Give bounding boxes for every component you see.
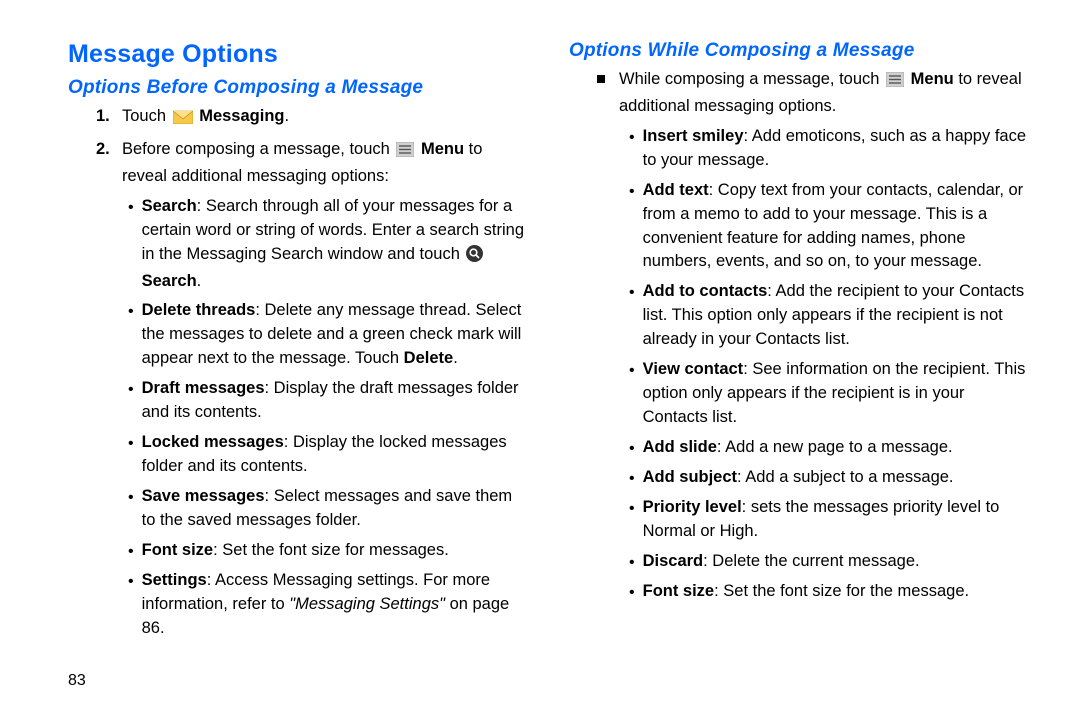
text: : Add a subject to a message. [737,468,953,486]
text: Touch [122,107,171,125]
bullet-save: Save messages: Select messages and save … [128,485,529,533]
bullet-title: Settings [142,571,207,589]
menu-icon [396,141,414,165]
bullet-title: Add slide [643,438,717,456]
menu-label: Menu [906,70,954,88]
bullet-title: Add to contacts [643,282,768,300]
bullet-title: Save messages [142,487,265,505]
text: : Add a new page to a message. [717,438,953,456]
text: . [453,349,458,367]
bullet-fontsize: Font size: Set the font size for message… [128,539,529,563]
lead-body: While composing a message, touch Menu to… [619,68,1030,119]
text: : Set the font size for the message. [714,582,969,600]
search-label: Search [142,272,197,290]
bullet-draft: Draft messages: Display the draft messag… [128,377,529,425]
bullet-delete-threads: Delete threads: Delete any message threa… [128,299,529,371]
cross-ref: "Messaging Settings" [289,595,445,613]
bullet-title: Delete threads [142,301,256,319]
delete-label: Delete [404,349,454,367]
bullet-add-contacts: Add to contacts: Add the recipient to yo… [629,280,1030,352]
page-number: 83 [68,672,86,690]
bullet-title: Insert smiley [643,127,744,145]
right-bullets: Insert smiley: Add emoticons, such as a … [629,125,1030,605]
bullet-title: Priority level [643,498,742,516]
page-columns: Message Options Options Before Composing… [68,40,1030,647]
bullet-insert-smiley: Insert smiley: Add emoticons, such as a … [629,125,1030,173]
right-column: Options While Composing a Message While … [569,40,1030,647]
text: While composing a message, touch [619,70,884,88]
bullet-title: Locked messages [142,433,284,451]
square-bullet-icon [597,75,605,83]
step-number: 1. [96,105,114,129]
bullet-discard: Discard: Delete the current message. [629,550,1030,574]
messaging-label: Messaging [195,107,285,125]
step-1: 1. Touch Messaging. [96,105,529,132]
bullet-fontsize: Font size: Set the font size for the mes… [629,580,1030,604]
text: . [284,107,289,125]
bullet-view-contact: View contact: See information on the rec… [629,358,1030,430]
bullet-title: Font size [643,582,715,600]
bullet-add-slide: Add slide: Add a new page to a message. [629,436,1030,460]
section-title-while: Options While Composing a Message [569,40,1030,62]
text: . [197,272,202,290]
bullet-locked: Locked messages: Display the locked mess… [128,431,529,479]
step-body: Touch Messaging. [122,105,529,132]
bullet-title: Add text [643,181,709,199]
text: Before composing a message, touch [122,140,394,158]
search-icon [466,245,483,270]
envelope-icon [173,108,193,132]
step-2: 2. Before composing a message, touch Men… [96,138,529,189]
lead-item: While composing a message, touch Menu to… [597,68,1030,119]
bullet-title: Search [142,197,197,215]
bullet-add-subject: Add subject: Add a subject to a message. [629,466,1030,490]
bullet-title: Font size [142,541,214,559]
text: : Delete the current message. [703,552,919,570]
section-title-before: Options Before Composing a Message [68,77,529,99]
text: : Set the font size for messages. [213,541,449,559]
page-title: Message Options [68,40,529,69]
bullet-search: Search: Search through all of your messa… [128,195,529,294]
step-body: Before composing a message, touch Menu t… [122,138,529,189]
left-column: Message Options Options Before Composing… [68,40,529,647]
menu-label: Menu [416,140,464,158]
left-bullets: Search: Search through all of your messa… [128,195,529,641]
bullet-title: Draft messages [142,379,265,397]
bullet-priority: Priority level: sets the messages priori… [629,496,1030,544]
bullet-title: Discard [643,552,704,570]
bullet-title: Add subject [643,468,737,486]
step-number: 2. [96,138,114,162]
menu-icon [886,71,904,95]
bullet-settings: Settings: Access Messaging settings. For… [128,569,529,641]
bullet-title: View contact [643,360,744,378]
bullet-add-text: Add text: Copy text from your contacts, … [629,179,1030,275]
